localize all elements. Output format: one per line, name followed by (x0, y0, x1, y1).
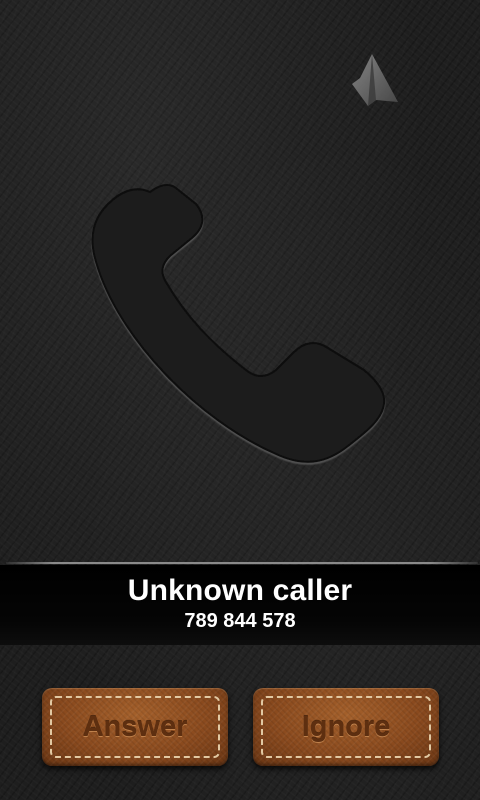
speaker-icon[interactable] (346, 50, 402, 110)
ignore-label: Ignore (301, 710, 391, 743)
ignore-button[interactable]: Ignore (253, 688, 439, 766)
caller-number: 789 844 578 (184, 610, 296, 632)
caller-name: Unknown caller (127, 574, 353, 607)
caller-info-bar: Unknown caller 789 844 578 (0, 565, 480, 645)
answer-button[interactable]: Answer (42, 688, 228, 766)
answer-label: Answer (82, 710, 188, 743)
phone-handset-icon (80, 170, 410, 490)
divider (6, 562, 478, 564)
incoming-call-screen: Unknown caller 789 844 578 Answer Ignore (0, 0, 480, 800)
